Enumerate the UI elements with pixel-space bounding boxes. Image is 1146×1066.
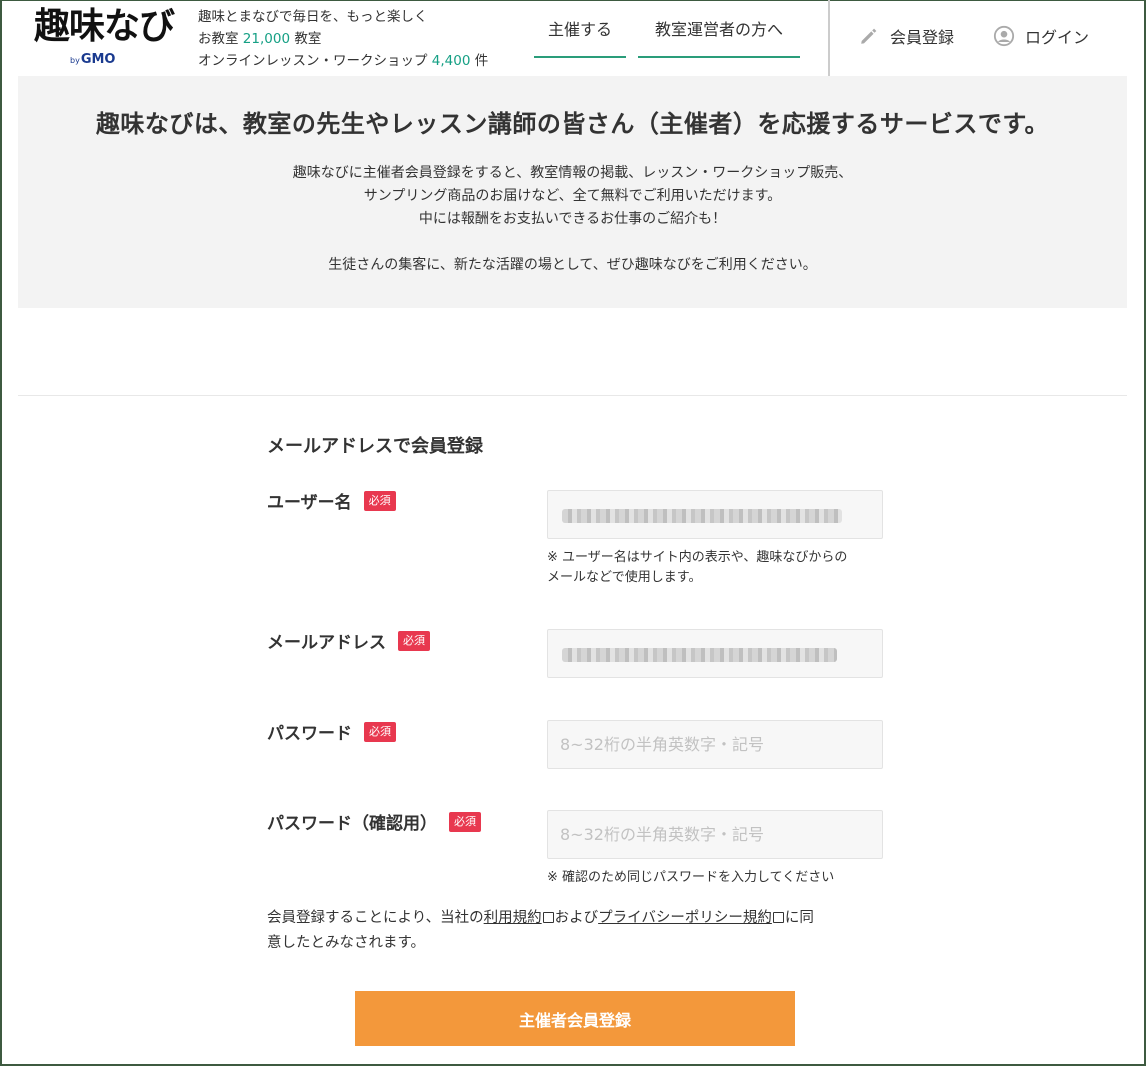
required-badge: 必須 — [364, 721, 396, 742]
username-note: ※ ユーザー名はサイト内の表示や、趣味なびからの メールなどで使用します。 — [547, 548, 847, 588]
logo-byline: byGMO — [70, 52, 115, 67]
email-label-row: メールアドレス 必須 — [267, 628, 430, 653]
password-confirm-field[interactable] — [547, 810, 883, 859]
username-label-row: ユーザー名 必須 — [267, 488, 396, 513]
terms-link[interactable]: 利用規約 — [484, 910, 542, 926]
password-confirm-note: ※ 確認のため同じパスワードを入力してください — [547, 870, 835, 885]
terms-text: 意したとみなされます。 — [267, 935, 426, 951]
terms-text: 会員登録することにより、当社の — [267, 910, 484, 926]
intro-heading: 趣味なびは、教室の先生やレッスン講師の皆さん（主催者）を応援するサービスです。 — [95, 110, 1050, 138]
username-field[interactable] — [547, 490, 883, 539]
logo-by: by — [70, 56, 80, 65]
note-line: ※ ユーザー名はサイト内の表示や、趣味なびからの — [547, 550, 848, 565]
classroom-count: 21,000 — [242, 31, 291, 47]
pencil-icon — [861, 28, 877, 44]
external-link-icon — [542, 912, 554, 923]
login-link[interactable]: ログイン — [993, 24, 1089, 48]
tagline-prefix: オンラインレッスン・ワークショップ — [198, 53, 428, 69]
register-label: 会員登録 — [890, 28, 955, 47]
password-label-row: パスワード 必須 — [267, 719, 396, 744]
tagline-suffix: 教室 — [294, 31, 322, 47]
tagline-line2: お教室 21,000 教室 — [198, 28, 488, 50]
terms-text: に同 — [784, 910, 814, 926]
tagline-suffix: 件 — [474, 53, 489, 69]
nav-host[interactable]: 主催する — [534, 0, 626, 58]
nav-operators[interactable]: 教室運営者の方へ — [638, 0, 800, 58]
tagline: 趣味とまなびで毎日を、もっと楽しく お教室 21,000 教室 オンラインレッス… — [198, 6, 488, 72]
section-divider — [18, 395, 1127, 396]
lesson-count: 4,400 — [431, 53, 471, 69]
privacy-policy-link[interactable]: プライバシーポリシー規約 — [598, 910, 772, 926]
username-label: ユーザー名 — [267, 493, 352, 513]
logo-text: 趣味なび — [34, 5, 175, 47]
terms-notice: 会員登録することにより、当社の利用規約 およびプライバシーポリシー規約 に同意したと… — [267, 906, 877, 956]
tagline-prefix: お教室 — [198, 31, 239, 47]
intro-description: 趣味なびに主催者会員登録をすると、教室情報の掲載、レッスン・ワークショップ販売、… — [18, 162, 1127, 231]
site-logo[interactable]: 趣味なび byGMO — [34, 5, 182, 67]
redacted-value — [562, 509, 842, 523]
login-label: ログイン — [1025, 28, 1090, 47]
password-confirm-label: パスワード（確認用） — [267, 814, 437, 834]
password-confirm-label-row: パスワード（確認用） 必須 — [267, 809, 481, 834]
intro-line: 生徒さんの集客に、新たな活躍の場として、ぜひ趣味なびをご利用ください。 — [328, 257, 817, 273]
external-link-icon — [772, 912, 784, 923]
logo-brand: GMO — [80, 52, 116, 67]
intro-section: 趣味なびは、教室の先生やレッスン講師の皆さん（主催者）を応援するサービスです。 … — [18, 76, 1127, 308]
tagline-line3: オンラインレッスン・ワークショップ 4,400 件 — [198, 50, 488, 72]
tagline-line1: 趣味とまなびで毎日を、もっと楽しく — [198, 9, 428, 25]
required-badge: 必須 — [363, 490, 396, 511]
email-label: メールアドレス — [267, 633, 386, 653]
site-header: 趣味なび byGMO 趣味とまなびで毎日を、もっと楽しく お教室 21,000 … — [18, 0, 1128, 76]
password-field[interactable] — [547, 720, 883, 769]
intro-line: 趣味なびに主催者会員登録をすると、教室情報の掲載、レッスン・ワークショップ販売、 — [292, 165, 853, 181]
required-badge: 必須 — [449, 811, 481, 832]
header-divider — [828, 0, 830, 76]
user-icon — [993, 25, 1015, 47]
note-line: メールなどで使用します。 — [547, 570, 702, 585]
host-register-button[interactable]: 主催者会員登録 — [355, 991, 795, 1046]
required-badge: 必須 — [398, 630, 430, 651]
terms-text: および — [554, 910, 599, 926]
password-label: パスワード — [267, 724, 352, 744]
form-title: メールアドレスで会員登録 — [267, 436, 483, 457]
intro-line: 中には報酬をお支払いできるお仕事のご紹介も！ — [418, 211, 727, 227]
register-link[interactable]: 会員登録 — [858, 24, 954, 48]
redacted-value — [562, 648, 837, 662]
intro-line: サンプリング商品のお届けなど、全て無料でご利用いただけます。 — [363, 188, 782, 204]
email-field[interactable] — [547, 629, 883, 678]
